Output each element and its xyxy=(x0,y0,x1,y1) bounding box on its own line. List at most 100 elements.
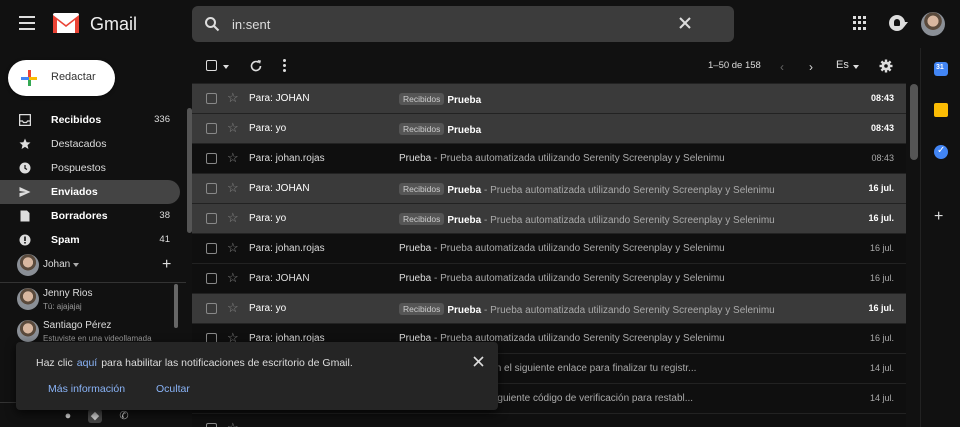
hide-button[interactable]: Ocultar xyxy=(156,383,190,395)
unread-count: 38 xyxy=(159,210,170,221)
input-language-selector[interactable]: Es xyxy=(836,59,849,71)
sidebar-item-sent[interactable]: Enviados xyxy=(0,180,180,204)
sidebar-item-inbox[interactable]: Recibidos 336 xyxy=(0,108,180,132)
star-icon[interactable]: ☆ xyxy=(227,181,239,195)
close-icon[interactable] xyxy=(473,356,484,367)
hangouts-user[interactable]: Johan + xyxy=(0,250,186,280)
list-toolbar: 1–50 de 158 ‹ › Es xyxy=(192,48,906,84)
chat-bubble-icon[interactable]: ◆ xyxy=(88,409,102,423)
email-snippet: - Prueba automatizada utilizando Serenit… xyxy=(431,153,725,164)
toast-message: Haz clic aquí para habilitar las notificac… xyxy=(36,357,353,369)
email-content: Recibidos Prueba - Prueba automatizada ut… xyxy=(399,213,839,226)
previous-page-icon[interactable]: ‹ xyxy=(780,60,784,74)
main-menu-icon[interactable] xyxy=(19,16,35,30)
email-subject: Prueba xyxy=(447,305,482,316)
notifications-icon[interactable] xyxy=(889,15,905,31)
more-options-icon[interactable] xyxy=(283,59,287,73)
row-checkbox[interactable] xyxy=(206,183,217,194)
sidebar-item-snoozed[interactable]: Pospuestos xyxy=(0,156,180,180)
compose-button[interactable]: Redactar xyxy=(8,60,115,96)
email-row[interactable]: ☆ Para: johan.rojas Prueba - Prueba auto… xyxy=(192,144,906,174)
clear-search-icon[interactable] xyxy=(678,16,692,30)
inbox-label-badge: Recibidos xyxy=(399,123,445,135)
hangouts-panel: Johan + xyxy=(0,250,186,283)
email-row[interactable]: ☆ Para: johan.rojas Prueba - Prueba auto… xyxy=(192,234,906,264)
chevron-down-icon[interactable] xyxy=(853,65,859,69)
compose-label: Redactar xyxy=(51,71,96,83)
gmail-logo-icon[interactable] xyxy=(52,12,80,34)
hangouts-scrollbar[interactable] xyxy=(174,284,178,328)
pagination-text: 1–50 de 158 xyxy=(708,60,761,71)
email-recipient: Para: JOHAN xyxy=(249,183,310,194)
select-all-checkbox[interactable] xyxy=(206,60,217,71)
row-checkbox[interactable] xyxy=(206,273,217,284)
email-row[interactable]: ☆ Para: yo Recibidos Prueba - Prueba auto… xyxy=(192,294,906,324)
star-icon[interactable]: ☆ xyxy=(227,211,239,225)
sidebar-item-spam[interactable]: Spam 41 xyxy=(0,228,180,252)
row-checkbox[interactable] xyxy=(206,153,217,164)
draft-icon xyxy=(20,210,30,222)
list-scrollbar[interactable] xyxy=(910,84,918,160)
plus-icon xyxy=(21,70,37,86)
star-icon[interactable]: ☆ xyxy=(227,91,239,105)
star-icon[interactable]: ☆ xyxy=(227,151,239,165)
email-date: 16 jul. xyxy=(869,273,894,283)
gear-icon[interactable] xyxy=(879,59,893,73)
email-subject: Prueba xyxy=(399,243,432,254)
star-icon[interactable]: ☆ xyxy=(227,301,239,315)
chevron-down-icon[interactable] xyxy=(73,263,79,267)
contact-name: Santiago Pérez xyxy=(43,320,112,331)
email-row[interactable]: ☆ Para: JOHAN Recibidos Prueba - Prueba a… xyxy=(192,174,906,204)
sidebar-item-drafts[interactable]: Borradores 38 xyxy=(0,204,180,228)
add-addon-icon[interactable]: + xyxy=(934,208,943,226)
account-avatar[interactable] xyxy=(921,12,945,36)
search-icon[interactable] xyxy=(204,16,220,32)
app-name[interactable]: Gmail xyxy=(90,14,137,35)
email-row[interactable]: ☆ Para: JOHAN Recibidos Prueba 08:43 xyxy=(192,84,906,114)
row-checkbox[interactable] xyxy=(206,243,217,254)
toast-text-end: para habilitar las notificaciones de esc… xyxy=(101,357,353,369)
google-apps-icon[interactable] xyxy=(853,16,867,30)
row-checkbox[interactable] xyxy=(206,123,217,134)
star-icon[interactable]: ☆ xyxy=(227,241,239,255)
side-panel: + xyxy=(920,48,960,427)
row-checkbox[interactable] xyxy=(206,423,217,427)
phone-icon[interactable]: ✆ xyxy=(117,409,131,423)
row-checkbox[interactable] xyxy=(206,93,217,104)
email-row[interactable]: ☆ Para: yo Recibidos Prueba - Prueba auto… xyxy=(192,204,906,234)
sidebar-item-label: Recibidos xyxy=(51,114,102,126)
calendar-icon[interactable] xyxy=(934,62,948,76)
email-row[interactable]: ☆ Para: yo Recibidos Prueba 08:43 xyxy=(192,114,906,144)
row-checkbox[interactable] xyxy=(206,213,217,224)
star-icon[interactable]: ☆ xyxy=(227,121,239,135)
email-snippet: - Prueba automatizada utilizando Serenit… xyxy=(431,243,725,254)
row-checkbox[interactable] xyxy=(206,303,217,314)
hangouts-user-name: Johan xyxy=(43,259,71,270)
email-recipient: Para: yo xyxy=(249,213,287,224)
star-icon[interactable]: ☆ xyxy=(227,421,239,427)
sidebar-item-label: Enviados xyxy=(51,186,98,198)
add-chat-icon[interactable]: + xyxy=(162,256,171,274)
tasks-icon[interactable] xyxy=(934,145,948,159)
more-info-button[interactable]: Más información xyxy=(48,383,125,395)
search-bar[interactable] xyxy=(192,6,908,42)
refresh-icon[interactable] xyxy=(249,59,263,73)
sidebar-item-starred[interactable]: Destacados xyxy=(0,132,180,156)
contact-item[interactable]: Jenny Rios Tú: ajajajaj xyxy=(0,284,180,316)
unread-count: 41 xyxy=(159,234,170,245)
next-page-icon[interactable]: › xyxy=(809,60,813,74)
inbox-label-badge: Recibidos xyxy=(399,303,445,315)
keep-icon[interactable] xyxy=(934,103,948,117)
sidebar-nav: Recibidos 336 Destacados Pospuestos Envi… xyxy=(0,108,186,252)
email-row[interactable]: ☆ Para: JOHAN Prueba - Prueba automatiza… xyxy=(192,264,906,294)
inbox-label-badge: Recibidos xyxy=(399,93,445,105)
email-snippet: - Prueba automatizada utilizando Serenit… xyxy=(431,273,725,284)
enable-notifications-link[interactable]: aquí xyxy=(73,357,101,369)
email-row[interactable]: ☆ xyxy=(192,414,906,427)
person-icon[interactable]: ● xyxy=(61,409,75,423)
select-options-chevron-icon[interactable] xyxy=(223,65,229,69)
desktop-notification-toast: Haz clic aquí para habilitar las notificac… xyxy=(16,342,498,410)
spam-icon xyxy=(19,234,31,246)
star-icon[interactable]: ☆ xyxy=(227,271,239,285)
search-input[interactable] xyxy=(232,16,652,32)
